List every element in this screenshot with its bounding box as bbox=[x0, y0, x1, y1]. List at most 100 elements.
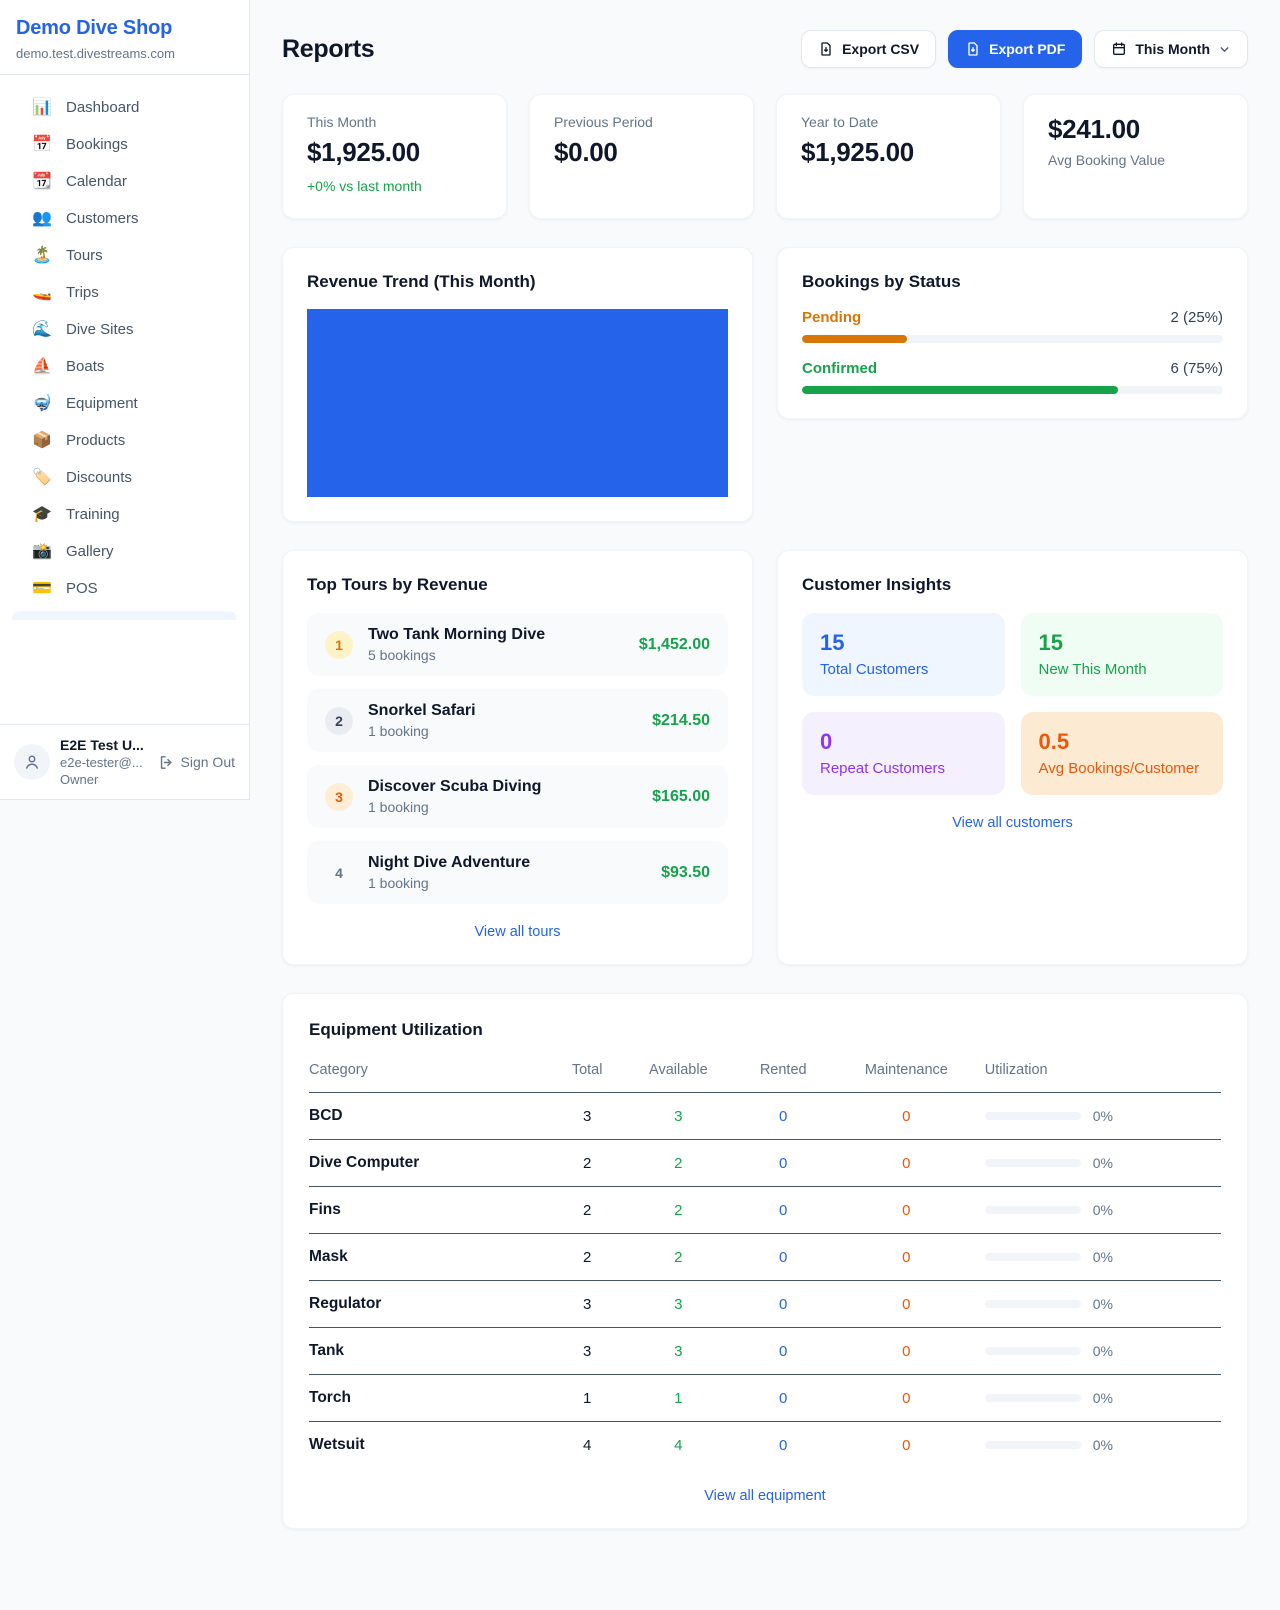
cell-utilization: 0% bbox=[975, 1140, 1221, 1187]
wave-icon: 🌊 bbox=[32, 322, 52, 338]
sign-out-icon bbox=[158, 754, 175, 771]
rank-badge: 3 bbox=[325, 783, 353, 811]
stat-label: Previous Period bbox=[554, 114, 729, 130]
sidebar-item-calendar[interactable]: 📆 Calendar bbox=[0, 163, 249, 200]
sidebar-item-tours[interactable]: 🏝️ Tours bbox=[0, 237, 249, 274]
utilization-pct: 0% bbox=[1093, 1202, 1113, 1218]
period-dropdown[interactable]: This Month bbox=[1094, 30, 1248, 68]
sidebar-item-dive-sites[interactable]: 🌊 Dive Sites bbox=[0, 311, 249, 348]
cell-category: Tank bbox=[309, 1328, 546, 1375]
sign-out-button[interactable]: Sign Out bbox=[158, 754, 235, 771]
sign-out-label: Sign Out bbox=[181, 754, 235, 770]
calendar-icon bbox=[1111, 41, 1127, 57]
cell-utilization: 0% bbox=[975, 1281, 1221, 1328]
cell-rented: 0 bbox=[729, 1140, 838, 1187]
camera-icon: 📸 bbox=[32, 544, 52, 560]
sidebar-item-gallery[interactable]: 📸 Gallery bbox=[0, 533, 249, 570]
cell-rented: 0 bbox=[729, 1093, 838, 1140]
status-label: Confirmed bbox=[802, 360, 877, 377]
equipment-utilization-card: Equipment Utilization Category Total Ava… bbox=[282, 993, 1248, 1529]
cell-utilization: 0% bbox=[975, 1234, 1221, 1281]
stat-card-this-month: This Month $1,925.00 +0% vs last month bbox=[282, 94, 507, 219]
sidebar-item-label: Equipment bbox=[66, 395, 138, 412]
stat-card-avg-booking-value: $241.00 Avg Booking Value bbox=[1023, 94, 1248, 219]
status-bar-fill bbox=[802, 386, 1118, 394]
stat-value: $0.00 bbox=[554, 137, 729, 168]
sidebar-item-label: Boats bbox=[66, 358, 104, 375]
user-meta: E2E Test U... e2e-tester@... Owner bbox=[60, 737, 148, 787]
sidebar-item-discounts[interactable]: 🏷️ Discounts bbox=[0, 459, 249, 496]
sidebar-item-label: Trips bbox=[66, 284, 99, 301]
cell-total: 2 bbox=[546, 1234, 628, 1281]
page-header: Reports Export CSV Export PDF bbox=[282, 30, 1248, 68]
status-row-pending: Pending 2 (25%) bbox=[802, 309, 1223, 343]
view-all-tours-link[interactable]: View all tours bbox=[307, 924, 728, 940]
view-all-equipment-link[interactable]: View all equipment bbox=[309, 1488, 1221, 1504]
col-header-utilization: Utilization bbox=[975, 1056, 1221, 1093]
cell-utilization: 0% bbox=[975, 1093, 1221, 1140]
tour-revenue: $214.50 bbox=[652, 712, 710, 730]
tour-list-item: 3 Discover Scuba Diving 1 booking $165.0… bbox=[307, 765, 728, 828]
sidebar-item-customers[interactable]: 👥 Customers bbox=[0, 200, 249, 237]
brand-block: Demo Dive Shop demo.test.divestreams.com bbox=[0, 0, 249, 75]
utilization-bar-track bbox=[985, 1253, 1081, 1261]
calendar-icon: 📆 bbox=[32, 174, 52, 190]
sidebar-item-boats[interactable]: ⛵ Boats bbox=[0, 348, 249, 385]
tour-list-item: 4 Night Dive Adventure 1 booking $93.50 bbox=[307, 841, 728, 904]
user-footer: E2E Test U... e2e-tester@... Owner Sign … bbox=[0, 724, 249, 799]
sidebar-item-products[interactable]: 📦 Products bbox=[0, 422, 249, 459]
view-all-customers-link[interactable]: View all customers bbox=[802, 815, 1223, 831]
period-label: This Month bbox=[1135, 41, 1210, 57]
cell-rented: 0 bbox=[729, 1328, 838, 1375]
stat-label: Avg Booking Value bbox=[1048, 152, 1223, 168]
col-header-total: Total bbox=[546, 1056, 628, 1093]
status-row-confirmed: Confirmed 6 (75%) bbox=[802, 360, 1223, 394]
tour-bookings: 1 booking bbox=[368, 875, 530, 891]
shop-name[interactable]: Demo Dive Shop bbox=[16, 17, 233, 40]
export-csv-button[interactable]: Export CSV bbox=[801, 30, 936, 68]
cell-available: 2 bbox=[628, 1140, 728, 1187]
tile-label: Repeat Customers bbox=[820, 760, 987, 777]
sidebar-item-equipment[interactable]: 🤿 Equipment bbox=[0, 385, 249, 422]
sidebar-item-label: Gallery bbox=[66, 543, 114, 560]
tour-name: Two Tank Morning Dive bbox=[368, 626, 545, 644]
sidebar-item-pos[interactable]: 💳 POS bbox=[0, 570, 249, 607]
export-pdf-button[interactable]: Export PDF bbox=[948, 30, 1082, 68]
header-actions: Export CSV Export PDF This Month bbox=[801, 30, 1248, 68]
col-header-rented: Rented bbox=[729, 1056, 838, 1093]
stat-label: This Month bbox=[307, 114, 482, 130]
app-layout: Demo Dive Shop demo.test.divestreams.com… bbox=[0, 0, 1280, 1569]
tile-label: Total Customers bbox=[820, 661, 987, 678]
table-row: Tank 3 3 0 0 0% bbox=[309, 1328, 1221, 1375]
sidebar-item-reports-partial[interactable] bbox=[12, 611, 237, 620]
utilization-pct: 0% bbox=[1093, 1108, 1113, 1124]
cell-total: 3 bbox=[546, 1328, 628, 1375]
chevron-down-icon bbox=[1218, 43, 1231, 56]
person-icon bbox=[23, 753, 41, 771]
utilization-pct: 0% bbox=[1093, 1437, 1113, 1453]
utilization-pct: 0% bbox=[1093, 1390, 1113, 1406]
dashboard-icon: 📊 bbox=[32, 100, 52, 116]
stat-value: $1,925.00 bbox=[307, 137, 482, 168]
utilization-bar-track bbox=[985, 1112, 1081, 1120]
sidebar-item-training[interactable]: 🎓 Training bbox=[0, 496, 249, 533]
sidebar-item-label: Calendar bbox=[66, 173, 127, 190]
utilization-pct: 0% bbox=[1093, 1249, 1113, 1265]
insights-row: Top Tours by Revenue 1 Two Tank Morning … bbox=[282, 550, 1248, 965]
status-count: 6 (75%) bbox=[1170, 360, 1223, 377]
customer-insights-card: Customer Insights 15 Total Customers 15 … bbox=[777, 550, 1248, 965]
utilization-bar-track bbox=[985, 1441, 1081, 1449]
cell-available: 4 bbox=[628, 1422, 728, 1469]
tile-value: 0 bbox=[820, 729, 987, 755]
sidebar-item-bookings[interactable]: 📅 Bookings bbox=[0, 126, 249, 163]
sidebar-item-label: Customers bbox=[66, 210, 139, 227]
tile-value: 15 bbox=[1039, 630, 1206, 656]
customers-icon: 👥 bbox=[32, 211, 52, 227]
top-tours-title: Top Tours by Revenue bbox=[307, 575, 728, 595]
sidebar-item-trips[interactable]: 🚤 Trips bbox=[0, 274, 249, 311]
bookings-by-status-title: Bookings by Status bbox=[802, 272, 1223, 292]
sidebar-item-dashboard[interactable]: 📊 Dashboard bbox=[0, 89, 249, 126]
cell-total: 4 bbox=[546, 1422, 628, 1469]
cell-rented: 0 bbox=[729, 1422, 838, 1469]
sidebar-item-label: Discounts bbox=[66, 469, 132, 486]
